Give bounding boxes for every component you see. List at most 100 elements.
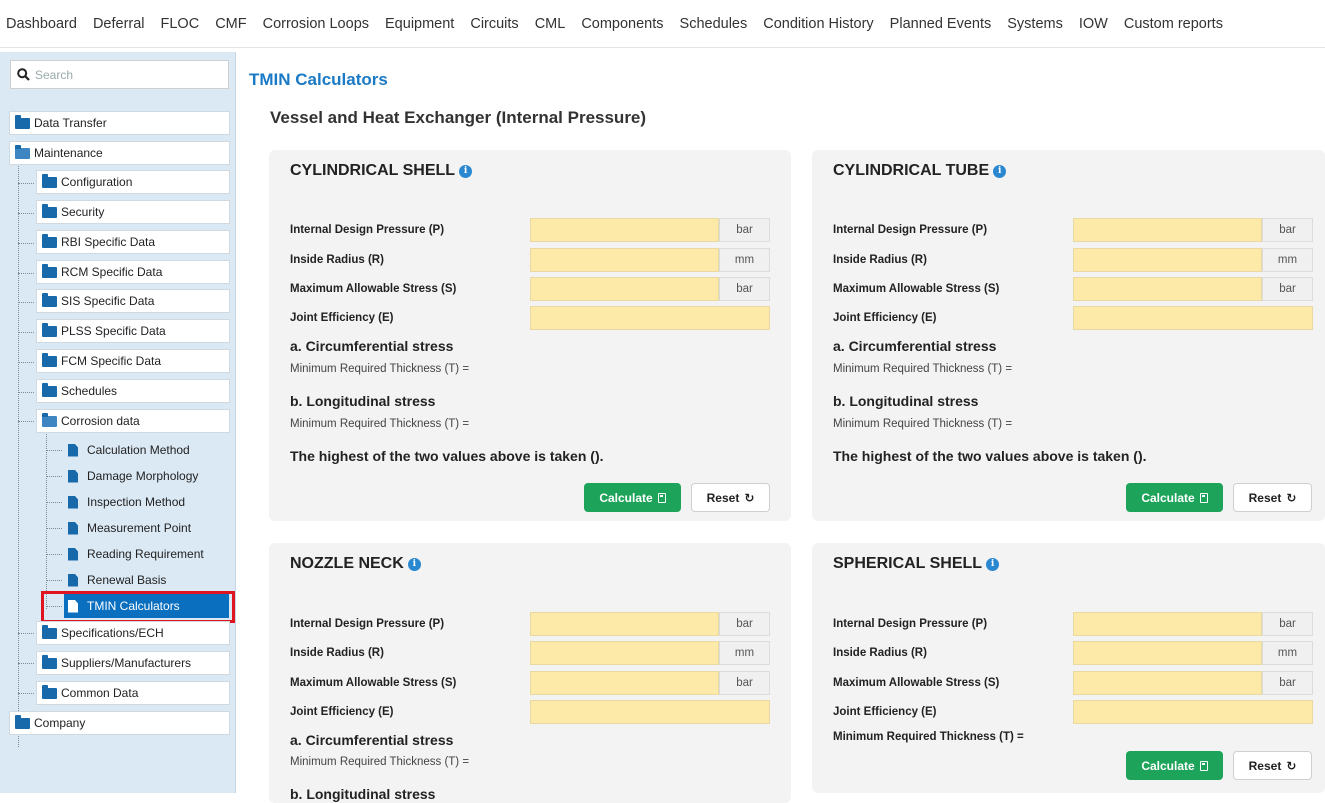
tree-item-rcm-specific-data[interactable]: RCM Specific Data (36, 260, 230, 284)
tree-item-label: Inspection Method (87, 495, 186, 509)
nav-dashboard[interactable]: Dashboard (6, 16, 77, 32)
nav-circuits[interactable]: Circuits (470, 16, 518, 32)
card-title-text: SPHERICAL SHELL (833, 555, 983, 572)
tree-line (18, 164, 19, 747)
card-cylindrical-tube: CYLINDRICAL TUBE i Internal Design Press… (812, 150, 1325, 521)
tree-item-maintenance[interactable]: Maintenance (9, 141, 230, 165)
tree-item-inspection-method[interactable]: Inspection Method (64, 490, 229, 514)
nav-deferral[interactable]: Deferral (93, 16, 145, 32)
stress-input[interactable] (530, 277, 719, 301)
tree-item-label: SIS Specific Data (61, 294, 155, 308)
tree-item-security[interactable]: Security (36, 200, 230, 224)
tree-item-rbi-specific-data[interactable]: RBI Specific Data (36, 230, 230, 254)
tree-item-reading-requirement[interactable]: Reading Requirement (64, 542, 229, 566)
longitudinal-heading: b. Longitudinal stress (290, 786, 436, 802)
nav-planned-events[interactable]: Planned Events (890, 16, 992, 32)
circumferential-heading: a. Circumferential stress (290, 338, 454, 354)
nav-cml[interactable]: CML (535, 16, 566, 32)
folder-icon (42, 203, 57, 218)
info-icon[interactable]: i (459, 164, 473, 178)
search-input[interactable]: Search (10, 60, 229, 89)
tree-line (46, 528, 62, 529)
longitudinal-heading: b. Longitudinal stress (833, 393, 979, 409)
stress-input[interactable] (530, 671, 719, 695)
tree-line (18, 421, 34, 422)
tree-item-plss-specific-data[interactable]: PLSS Specific Data (36, 319, 230, 343)
tree-line (18, 302, 34, 303)
folder-icon (42, 322, 57, 337)
nav-equipment[interactable]: Equipment (385, 16, 454, 32)
highest-note: The highest of the two values above is t… (290, 448, 604, 464)
search-icon (17, 68, 30, 81)
nav-iow[interactable]: IOW (1079, 16, 1108, 32)
nav-floc[interactable]: FLOC (161, 16, 200, 32)
unit-addon: bar (719, 671, 770, 695)
tree-item-renewal-basis[interactable]: Renewal Basis (64, 568, 229, 592)
nav-components[interactable]: Components (581, 16, 663, 32)
joint-efficiency-input[interactable] (530, 306, 770, 330)
tree-item-company[interactable]: Company (9, 711, 230, 735)
tree-item-sis-specific-data[interactable]: SIS Specific Data (36, 289, 230, 313)
tree-item-damage-morphology[interactable]: Damage Morphology (64, 464, 229, 488)
tree-item-data-transfer[interactable]: Data Transfer (9, 111, 230, 135)
joint-efficiency-input[interactable] (1073, 306, 1313, 330)
tree-item-common-data[interactable]: Common Data (36, 681, 230, 705)
nav-cmf[interactable]: CMF (215, 16, 246, 32)
reset-button[interactable]: Reset ↻ (1233, 751, 1312, 780)
info-icon[interactable]: i (993, 164, 1007, 178)
tree-item-fcm-specific-data[interactable]: FCM Specific Data (36, 349, 230, 373)
min-thickness-text: Minimum Required Thickness (T) = (833, 363, 1013, 375)
stress-input[interactable] (1073, 671, 1262, 695)
nav-systems[interactable]: Systems (1007, 16, 1063, 32)
tree-line (46, 476, 62, 477)
radius-input[interactable] (1073, 248, 1262, 272)
refresh-icon: ↻ (1286, 758, 1297, 773)
tree-item-schedules[interactable]: Schedules (36, 379, 230, 403)
tree-item-suppliers-manufacturers[interactable]: Suppliers/Manufacturers (36, 651, 230, 675)
pressure-input[interactable] (530, 218, 719, 242)
tree-line (18, 243, 34, 244)
tree-item-label: Measurement Point (87, 521, 192, 535)
pressure-input[interactable] (530, 612, 719, 636)
tree-item-label: Common Data (61, 686, 139, 700)
tree-item-specifications-ech[interactable]: Specifications/ECH (36, 621, 230, 645)
tree-item-calculation-method[interactable]: Calculation Method (64, 438, 229, 462)
calculate-button[interactable]: Calculate (584, 483, 681, 512)
label-radius: Inside Radius (R) (290, 254, 384, 266)
tree-item-label: Configuration (61, 175, 133, 189)
info-icon[interactable]: i (407, 557, 421, 571)
tree-item-measurement-point[interactable]: Measurement Point (64, 516, 229, 540)
calculate-button[interactable]: Calculate (1126, 751, 1223, 780)
label-stress: Maximum Allowable Stress (S) (290, 677, 457, 689)
selection-highlight (41, 591, 235, 623)
calculate-label: Calculate (1141, 490, 1195, 505)
pressure-input[interactable] (1073, 612, 1262, 636)
label-joint: Joint Efficiency (E) (290, 312, 394, 324)
reset-button[interactable]: Reset ↻ (691, 483, 770, 512)
nav-corrosion-loops[interactable]: Corrosion Loops (263, 16, 369, 32)
calculate-button[interactable]: Calculate (1126, 483, 1223, 512)
info-icon[interactable]: i (986, 557, 1000, 571)
pressure-input[interactable] (1073, 218, 1262, 242)
card-spherical-shell: SPHERICAL SHELL i Internal Design Pressu… (812, 543, 1325, 793)
min-thickness-text: Minimum Required Thickness (T) = (290, 363, 470, 375)
radius-input[interactable] (1073, 641, 1262, 665)
nav-condition-history[interactable]: Condition History (763, 16, 873, 32)
tree-item-label: Security (61, 205, 105, 219)
tree-line (18, 633, 34, 634)
reset-button[interactable]: Reset ↻ (1233, 483, 1312, 512)
radius-input[interactable] (530, 641, 719, 665)
stress-input[interactable] (1073, 277, 1262, 301)
tree-item-corrosion-data[interactable]: Corrosion data (36, 409, 230, 433)
min-thickness-label: Minimum Required Thickness (T) = (833, 731, 1024, 743)
nav-custom-reports[interactable]: Custom reports (1124, 16, 1223, 32)
tree-item-configuration[interactable]: Configuration (36, 170, 230, 194)
nav-schedules[interactable]: Schedules (680, 16, 748, 32)
radius-input[interactable] (530, 248, 719, 272)
label-joint: Joint Efficiency (E) (290, 706, 394, 718)
reset-label: Reset (706, 490, 740, 505)
label-radius: Inside Radius (R) (290, 647, 384, 659)
joint-efficiency-input[interactable] (1073, 700, 1313, 724)
card-cylindrical-shell: CYLINDRICAL SHELL i Internal Design Pres… (269, 150, 791, 521)
joint-efficiency-input[interactable] (530, 700, 770, 724)
